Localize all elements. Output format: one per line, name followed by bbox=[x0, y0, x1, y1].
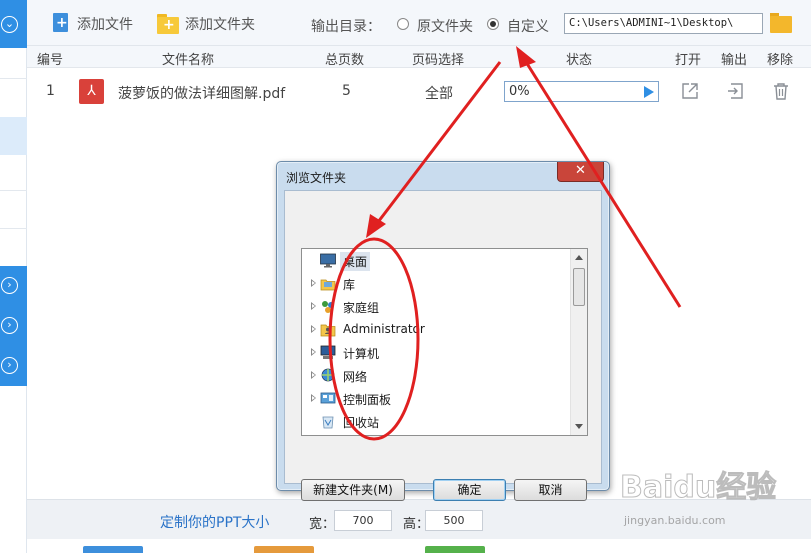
recycle-bin-icon bbox=[320, 414, 336, 429]
user-folder-icon bbox=[320, 322, 336, 337]
folder-tree: 桌面库家庭组 Administrator 计算机网络控制面板回收站 bbox=[301, 248, 588, 436]
column-header-status: 状态 bbox=[566, 53, 593, 68]
column-header-output: 输出 bbox=[721, 53, 748, 68]
ok-button[interactable]: 确定 bbox=[433, 479, 506, 501]
custom-size-label: 定制你的PPT大小 bbox=[160, 515, 270, 531]
expand-arrow-icon[interactable] bbox=[311, 394, 316, 402]
close-icon[interactable]: ✕ bbox=[557, 162, 604, 182]
chevron-down-icon[interactable]: ⌄ bbox=[1, 16, 18, 33]
expand-arrow-icon[interactable] bbox=[311, 325, 316, 333]
chevron-right-icon: › bbox=[1, 357, 18, 374]
dialog-body: 桌面库家庭组 Administrator 计算机网络控制面板回收站 新建文件夹(M)… bbox=[284, 190, 602, 501]
computer-icon bbox=[320, 345, 336, 360]
left-sidebar: ⌄ › › › bbox=[0, 0, 27, 553]
table-row[interactable]: 1 ⅄ 菠萝饭的做法详细图解.pdf 5 全部 0% bbox=[27, 69, 811, 115]
sidebar-divider bbox=[0, 228, 27, 229]
expand-arrow-icon[interactable] bbox=[311, 348, 316, 356]
toolbar: + 添加文件 + 添加文件夹 输出目录： 原文件夹 自定义 C:\Users\A… bbox=[27, 0, 811, 46]
chevron-right-icon: › bbox=[1, 277, 18, 294]
tree-item-label: 家庭组 bbox=[343, 301, 380, 315]
scroll-down-icon[interactable] bbox=[575, 424, 583, 429]
radio-original-folder[interactable] bbox=[397, 18, 409, 30]
expand-arrow-icon[interactable] bbox=[311, 279, 316, 287]
sidebar-item-2[interactable]: › bbox=[0, 306, 27, 346]
tree-item-label: 控制面板 bbox=[343, 393, 392, 407]
column-header-page-selection: 页码选择 bbox=[412, 53, 465, 68]
sidebar-divider bbox=[0, 190, 27, 191]
output-dir-label: 输出目录： bbox=[311, 19, 381, 35]
bottom-bar: 定制你的PPT大小 宽： 700 高： 500 bbox=[27, 499, 811, 539]
trash-icon[interactable] bbox=[772, 82, 790, 100]
tree-item[interactable]: 回收站 bbox=[302, 412, 572, 432]
library-icon bbox=[320, 276, 336, 291]
control-panel-icon bbox=[320, 391, 336, 406]
status-progress-bar: 0% bbox=[504, 81, 659, 102]
desktop-icon bbox=[320, 253, 336, 268]
browse-folder-button[interactable] bbox=[770, 13, 792, 33]
tree-scrollbar[interactable] bbox=[570, 249, 587, 435]
play-icon[interactable] bbox=[644, 86, 654, 98]
add-folder-icon: + bbox=[157, 14, 179, 34]
action-button-blue[interactable] bbox=[83, 546, 143, 553]
action-button-green[interactable] bbox=[425, 546, 485, 553]
tree-item[interactable]: 控制面板 bbox=[302, 389, 572, 409]
sidebar-header: ⌄ bbox=[0, 0, 27, 48]
add-folder-label: 添加文件夹 bbox=[185, 17, 255, 33]
export-icon[interactable] bbox=[727, 82, 745, 100]
tree-item-label: 桌面 bbox=[340, 252, 371, 271]
column-header-total-pages: 总页数 bbox=[325, 53, 365, 68]
height-input[interactable]: 500 bbox=[425, 510, 483, 531]
output-path-input[interactable]: C:\Users\ADMINI~1\Desktop\ bbox=[564, 13, 763, 34]
tree-item[interactable]: 库 bbox=[302, 274, 572, 294]
tree-item[interactable]: 桌面 bbox=[302, 251, 572, 271]
sidebar-item-selected[interactable] bbox=[0, 117, 27, 155]
row-page-selection[interactable]: 全部 bbox=[425, 83, 453, 103]
tree-item[interactable]: 网络 bbox=[302, 366, 572, 386]
sidebar-divider bbox=[0, 78, 27, 79]
chevron-right-icon: › bbox=[1, 317, 18, 334]
row-filename: 菠萝饭的做法详细图解.pdf bbox=[118, 86, 286, 102]
new-folder-button[interactable]: 新建文件夹(M) bbox=[301, 479, 405, 501]
width-label: 宽： bbox=[309, 517, 336, 532]
action-button-orange[interactable] bbox=[254, 546, 314, 553]
tree-item-label: 回收站 bbox=[343, 416, 380, 430]
tree-item-label: Administrator bbox=[343, 322, 425, 336]
row-total-pages: 5 bbox=[342, 83, 351, 99]
tree-item-label: 库 bbox=[343, 278, 356, 292]
row-index: 1 bbox=[46, 83, 55, 99]
browse-folder-dialog: 浏览文件夹 ✕ 桌面库家庭组 Administrator 计算机网络控制面板回收站 … bbox=[276, 161, 610, 501]
radio-original-label: 原文件夹 bbox=[417, 19, 473, 35]
pdf-icon: ⅄ bbox=[79, 79, 104, 104]
sidebar-item-1[interactable]: › bbox=[0, 266, 27, 306]
width-input[interactable]: 700 bbox=[334, 510, 392, 531]
radio-custom-label: 自定义 bbox=[507, 19, 549, 35]
status-percent: 0% bbox=[509, 84, 530, 99]
scroll-up-icon[interactable] bbox=[575, 255, 583, 260]
network-icon bbox=[320, 368, 336, 383]
homegroup-icon bbox=[320, 299, 336, 314]
cancel-button[interactable]: 取消 bbox=[514, 479, 587, 501]
expand-arrow-icon[interactable] bbox=[311, 302, 316, 310]
tree-item-label: 网络 bbox=[343, 370, 368, 384]
tree-item-label: 计算机 bbox=[343, 347, 380, 361]
sidebar-item-3[interactable]: › bbox=[0, 346, 27, 386]
scroll-thumb[interactable] bbox=[573, 268, 585, 306]
tree-item[interactable]: 计算机 bbox=[302, 343, 572, 363]
expand-arrow-icon[interactable] bbox=[311, 371, 316, 379]
add-file-label: 添加文件 bbox=[77, 17, 133, 33]
tree-item[interactable]: Administrator bbox=[302, 320, 572, 340]
dialog-title: 浏览文件夹 bbox=[286, 171, 347, 185]
column-header-open: 打开 bbox=[675, 53, 702, 68]
column-header-filename: 文件名称 bbox=[162, 53, 215, 68]
table-header: 编号 文件名称 总页数 页码选择 状态 打开 输出 移除 bbox=[27, 46, 811, 68]
open-external-icon[interactable] bbox=[681, 82, 699, 100]
tree-item[interactable]: 家庭组 bbox=[302, 297, 572, 317]
column-header-index: 编号 bbox=[37, 53, 64, 68]
radio-custom[interactable] bbox=[487, 18, 499, 30]
add-folder-button[interactable]: + 添加文件夹 bbox=[157, 12, 255, 36]
column-header-remove: 移除 bbox=[767, 53, 794, 68]
add-file-icon: + bbox=[53, 13, 71, 35]
add-file-button[interactable]: + 添加文件 bbox=[53, 12, 133, 36]
